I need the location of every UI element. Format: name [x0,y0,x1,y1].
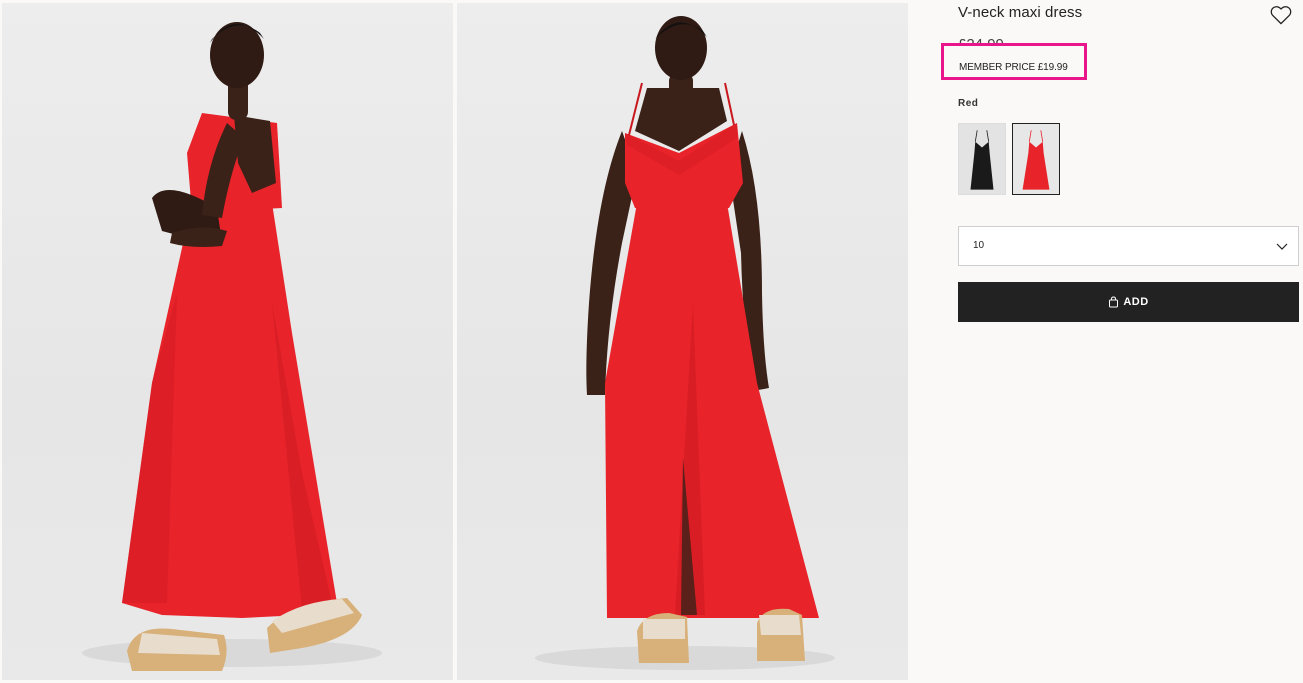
size-select-value: 10 [973,240,985,251]
add-to-bag-button[interactable]: ADD [958,282,1299,322]
black-dress-thumbnail [970,130,994,190]
product-image-front[interactable] [457,3,908,680]
add-button-label: ADD [1123,296,1149,308]
product-gallery [0,0,910,683]
model-front-illustration [535,16,835,670]
favorite-button[interactable] [1270,5,1292,25]
product-title: V-neck maxi dress [958,4,1083,21]
shopping-bag-icon [1109,296,1119,308]
swatch-red[interactable] [1012,123,1060,195]
model-side-illustration [82,22,382,671]
product-page: V-neck maxi dress £24.99 MEMBER PRICE £1… [0,0,1303,683]
member-price: MEMBER PRICE £19.99 [959,62,1068,73]
heart-outline-icon [1270,6,1292,25]
size-select[interactable]: 10 [958,226,1299,266]
product-details-panel: V-neck maxi dress £24.99 MEMBER PRICE £1… [941,0,1299,683]
swatch-black[interactable] [958,123,1006,195]
chevron-down-icon [1276,243,1288,250]
product-image-side[interactable] [2,3,453,680]
selected-color-label: Red [958,98,979,109]
red-dress-thumbnail [1022,130,1050,190]
